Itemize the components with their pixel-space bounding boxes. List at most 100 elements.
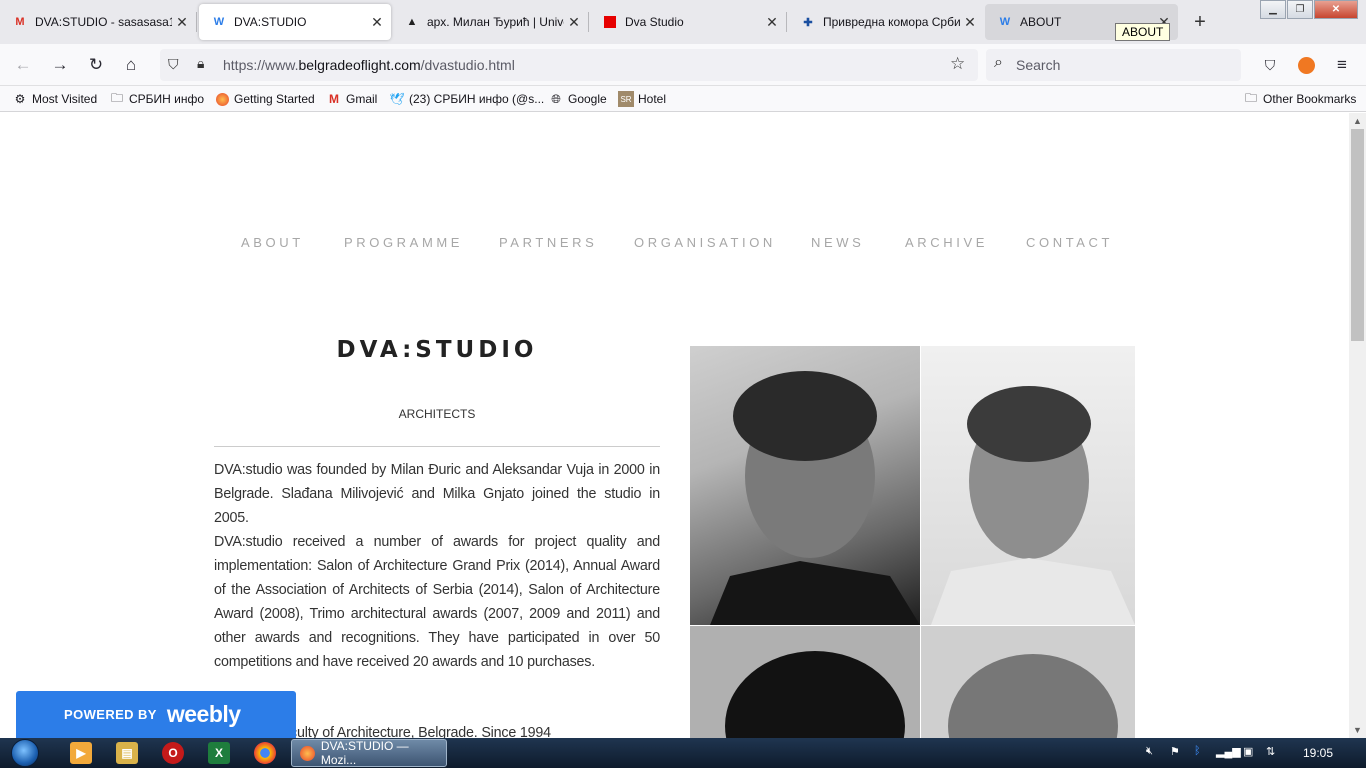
minimize-button[interactable]: ▁ [1260, 0, 1286, 19]
tab-dva-studio-2[interactable]: Dva Studio ✕ [590, 0, 787, 44]
nav-archive[interactable]: ARCHIVE [905, 235, 988, 250]
bookmarks-toolbar: ⚙ Most Visited 🗀 СРБИН инфо Getting Starte… [0, 86, 1366, 112]
red-square-icon [602, 14, 618, 30]
forward-button[interactable]: → [48, 53, 72, 77]
url-text: https://www.belgradeoflight.com/dvastudi… [223, 57, 515, 73]
tab-gmail[interactable]: M DVA:STUDIO - sasasasa131 ✕ [0, 0, 197, 44]
close-icon[interactable]: ✕ [764, 14, 780, 30]
nav-partners[interactable]: PARTNERS [499, 235, 597, 250]
pocket-icon[interactable]: ⛉ [1258, 53, 1282, 77]
bookmark-gmail[interactable]: M Gmail [326, 90, 377, 108]
site-navigation: ABOUT PROGRAMME PARTNERS ORGANISATION NE… [0, 235, 1349, 251]
maximize-button[interactable]: ❐ [1287, 0, 1313, 19]
folder-icon: 🗀 [1244, 90, 1257, 105]
close-icon[interactable]: ✕ [962, 14, 978, 30]
weebly-badge[interactable]: POWERED BY weebly [16, 691, 296, 738]
academia-icon: ▲ [406, 16, 418, 28]
tab-title: Привредна комора Србиј [823, 15, 960, 29]
close-icon[interactable]: ✕ [174, 14, 190, 30]
explorer-icon[interactable]: ▤ [116, 742, 138, 764]
nav-news[interactable]: NEWS [811, 235, 864, 250]
flag-icon[interactable]: ⚑ [1170, 745, 1180, 758]
close-icon[interactable]: ✕ [566, 14, 582, 30]
chamber-icon: ✚ [803, 16, 813, 29]
network-icon[interactable]: ⇅ [1266, 745, 1275, 758]
new-tab-button[interactable]: + [1188, 10, 1212, 34]
tab-dva-studio[interactable]: W DVA:STUDIO ✕ [199, 4, 391, 40]
weebly-logo: weebly [166, 701, 241, 727]
tab-title: Dva Studio [625, 15, 684, 29]
menu-icon[interactable]: ≡ [1330, 53, 1354, 77]
close-window-button[interactable]: ✕ [1314, 0, 1358, 19]
portrait-photo-4 [921, 626, 1135, 738]
signal-icon[interactable]: ▂▄▆ [1216, 745, 1241, 758]
scroll-up-icon[interactable]: ▲ [1349, 113, 1366, 129]
power-icon[interactable]: ▣ [1243, 745, 1253, 758]
search-icon: ⌕ [994, 54, 1003, 71]
other-bookmarks[interactable]: 🗀 Other Bookmarks [1243, 90, 1356, 108]
bookmark-twitter[interactable]: 🕊︎ (23) СРБИН инфо (@s... [389, 90, 544, 108]
nav-contact[interactable]: CONTACT [1026, 235, 1113, 250]
intro-paragraph: DVA:studio was founded by Milan Đuric an… [214, 462, 660, 526]
nav-programme[interactable]: PROGRAMME [344, 235, 463, 250]
bookmark-getting-started[interactable]: Getting Started [214, 90, 315, 108]
folder-icon: 🗀 [110, 90, 123, 105]
close-icon[interactable]: ✕ [369, 14, 385, 30]
portrait-photo-3 [690, 626, 920, 738]
tab-chamber[interactable]: ✚ Привредна комора Србиј ✕ [788, 0, 984, 44]
gmail-icon: M [15, 16, 25, 28]
gmail-icon: M [329, 92, 339, 106]
weebly-icon: W [213, 16, 225, 28]
bookmark-most-visited[interactable]: ⚙ Most Visited [12, 90, 98, 108]
home-button[interactable]: ⌂ [119, 53, 143, 77]
page-subtitle: ARCHITECTS [398, 407, 476, 421]
tab-academia[interactable]: ▲ арх. Милан Ђурић | Unive ✕ [392, 0, 589, 44]
tracking-shield-icon[interactable]: ⛉ [168, 56, 179, 73]
extension-icon[interactable] [1294, 53, 1318, 77]
scrollbar-thumb[interactable] [1351, 129, 1364, 341]
chrome-icon[interactable] [254, 742, 276, 764]
lock-icon[interactable]: 🔒︎ [197, 55, 204, 72]
search-bar[interactable]: ⌕ Search [986, 49, 1241, 81]
bookmark-srbin-folder[interactable]: 🗀 СРБИН инфо [109, 90, 204, 108]
firefox-icon [300, 745, 315, 761]
portrait-photo-1 [690, 346, 920, 625]
bookmark-hotel[interactable]: SR Hotel [618, 90, 666, 108]
start-button[interactable] [5, 738, 45, 768]
scroll-down-icon[interactable]: ▼ [1349, 722, 1366, 738]
excel-icon[interactable]: X [208, 742, 230, 764]
firefox-icon [214, 91, 230, 107]
portrait-photo-2 [921, 346, 1135, 625]
taskbar-firefox-window[interactable]: DVA:STUDIO — Mozi... [291, 739, 447, 767]
bookmark-star-icon[interactable]: ☆ [950, 54, 965, 74]
nav-organisation[interactable]: ORGANISATION [634, 235, 776, 250]
awards-paragraph: DVA:studio received a number of awards f… [214, 534, 660, 670]
weebly-icon: W [999, 16, 1011, 28]
url-bar[interactable]: ⛉ 🔒︎ https://www.belgradeoflight.com/dva… [160, 49, 978, 81]
page-title: DVA:STUDIO [336, 337, 538, 363]
page-scrollbar[interactable]: ▲ ▼ [1349, 113, 1366, 738]
tab-title: арх. Милан Ђурић | Unive [427, 15, 564, 29]
opera-icon[interactable]: O [162, 742, 184, 764]
tab-title: DVA:STUDIO - sasasasa131 [35, 15, 172, 29]
tab-tooltip: ABOUT [1115, 23, 1171, 41]
nav-about[interactable]: ABOUT [241, 235, 304, 250]
windows-taskbar: ▶ ▤ O X DVA:STUDIO — Mozi... 🔇︎ ⚑ ᛒ ▂▄▆ … [0, 738, 1366, 768]
bluetooth-icon[interactable]: ᛒ [1194, 745, 1201, 757]
media-player-icon[interactable]: ▶ [70, 742, 92, 764]
search-placeholder: Search [1016, 57, 1061, 73]
bookmark-google[interactable]: 🌐︎ Google [548, 90, 607, 108]
globe-icon: 🌐︎ [551, 91, 561, 106]
hotel-icon: SR [618, 91, 634, 107]
gear-icon: ⚙ [14, 92, 26, 106]
reload-button[interactable]: ↻ [84, 53, 108, 77]
navigation-toolbar: ← → ↻ ⌂ ⛉ 🔒︎ https://www.belgradeoflight… [0, 44, 1366, 86]
clock: 19:05 [1303, 746, 1334, 760]
powered-by-label: POWERED BY [64, 707, 157, 722]
back-button[interactable]: ← [11, 53, 35, 77]
volume-muted-icon[interactable]: 🔇︎ [1146, 745, 1153, 758]
divider [214, 446, 660, 447]
tab-title: DVA:STUDIO [234, 15, 307, 29]
twitter-icon: 🕊︎ [389, 92, 405, 106]
web-page: ABOUT PROGRAMME PARTNERS ORGANISATION NE… [0, 113, 1349, 738]
